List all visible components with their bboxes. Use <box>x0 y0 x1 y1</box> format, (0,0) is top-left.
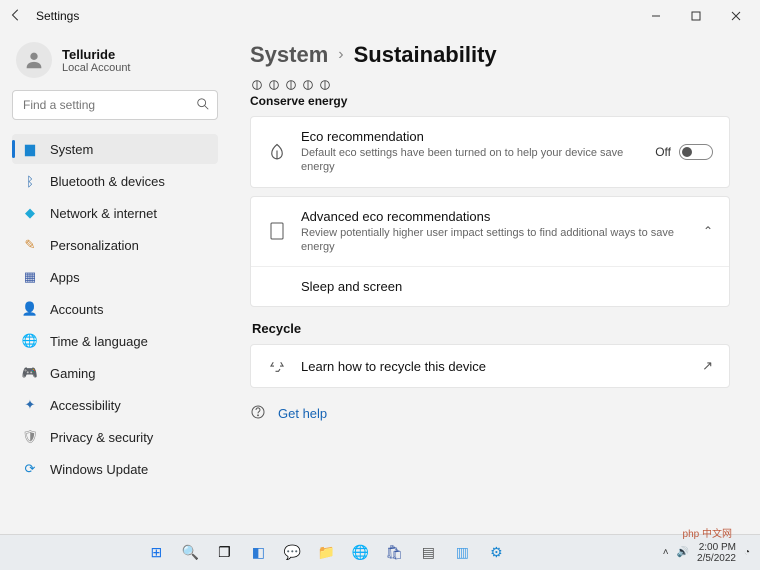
nav-apps[interactable]: ▦ Apps <box>12 262 218 292</box>
breadcrumb: System › Sustainability <box>250 42 730 68</box>
nav-network[interactable]: ◆ Network & internet <box>12 198 218 228</box>
recycle-icon <box>267 357 287 375</box>
nav-label: Network & internet <box>50 206 157 221</box>
tray-date: 2/5/2022 <box>697 553 736 564</box>
account-name: Telluride <box>62 47 131 62</box>
nav-label: Windows Update <box>50 462 148 477</box>
task-view[interactable]: ❐ <box>211 540 237 566</box>
nav-time[interactable]: 🌐 Time & language <box>12 326 218 356</box>
gaming-icon: 🎮 <box>22 365 38 381</box>
eco-recommendation-card: Eco recommendation Default eco settings … <box>250 116 730 188</box>
wifi-icon: ◆ <box>22 205 38 221</box>
sleep-screen-label: Sleep and screen <box>301 279 713 294</box>
chevron-up-icon: ⌃ <box>703 224 713 238</box>
chevron-right-icon: › <box>338 46 343 64</box>
nav-accessibility[interactable]: ✦ Accessibility <box>12 390 218 420</box>
breadcrumb-current: Sustainability <box>354 42 497 68</box>
avatar <box>16 42 52 78</box>
nav-gaming[interactable]: 🎮 Gaming <box>12 358 218 388</box>
file-explorer[interactable]: 📁 <box>313 540 339 566</box>
window-title: Settings <box>36 9 79 23</box>
search-box[interactable] <box>12 90 218 120</box>
edge[interactable]: 🌐 <box>347 540 373 566</box>
recycle-row[interactable]: Learn how to recycle this device ↗ <box>251 345 729 387</box>
nav-label: System <box>50 142 93 157</box>
recycle-header: Recycle <box>252 321 730 336</box>
recycle-row-label: Learn how to recycle this device <box>301 359 688 374</box>
store[interactable]: 🛍 <box>381 540 407 566</box>
widgets[interactable]: ◧ <box>245 540 271 566</box>
taskbar-app-2[interactable]: ▥ <box>449 540 475 566</box>
system-icon: ▆ <box>22 141 38 157</box>
nav-label: Gaming <box>50 366 96 381</box>
start-button[interactable]: ⊞ <box>143 540 169 566</box>
eco-recommendation-row[interactable]: Eco recommendation Default eco settings … <box>251 117 729 187</box>
sleep-screen-row[interactable]: Sleep and screen <box>251 266 729 306</box>
eco-toggle[interactable] <box>679 144 713 160</box>
advanced-eco-row[interactable]: Advanced eco recommendations Review pote… <box>251 197 729 267</box>
main-panel: System › Sustainability Conserve energy … <box>230 32 760 534</box>
device-icon <box>267 222 287 240</box>
account-block[interactable]: Telluride Local Account <box>12 38 218 90</box>
search-input[interactable] <box>12 90 218 120</box>
nav-privacy[interactable]: 🛡 Privacy & security <box>12 422 218 452</box>
leaf-icon <box>267 143 287 161</box>
search-icon <box>196 97 210 116</box>
advanced-title: Advanced eco recommendations <box>301 209 689 224</box>
nav-list: ▆ System ᛒ Bluetooth & devices ◆ Network & … <box>12 134 218 484</box>
conserve-energy-header: Conserve energy <box>250 94 730 108</box>
eco-title: Eco recommendation <box>301 129 641 144</box>
globe-icon: 🌐 <box>22 333 38 349</box>
advanced-sub: Review potentially higher user impact se… <box>301 226 689 255</box>
breadcrumb-parent[interactable]: System <box>250 42 328 68</box>
back-button[interactable] <box>4 8 28 25</box>
nav-label: Personalization <box>50 238 139 253</box>
nav-personalization[interactable]: ✎ Personalization <box>12 230 218 260</box>
sidebar: Telluride Local Account ▆ System ᛒ Bluetoo… <box>0 32 230 534</box>
brush-icon: ✎ <box>22 237 38 253</box>
minimize-button[interactable] <box>636 2 676 30</box>
nav-bluetooth[interactable]: ᛒ Bluetooth & devices <box>12 166 218 196</box>
tray-chevron-icon[interactable]: ˄ <box>663 547 669 558</box>
nav-label: Privacy & security <box>50 430 153 445</box>
taskbar-apps: ⊞ 🔍 ❐ ◧ 💬 📁 🌐 🛍 ▤ ▥ ⚙ <box>0 540 653 566</box>
notifications-icon[interactable]: ◔ <box>744 547 750 558</box>
get-help-link[interactable]: Get help <box>278 406 327 421</box>
nav-label: Accessibility <box>50 398 121 413</box>
nav-label: Time & language <box>50 334 148 349</box>
settings-taskbar[interactable]: ⚙ <box>483 540 509 566</box>
nav-system[interactable]: ▆ System <box>12 134 218 164</box>
accessibility-icon: ✦ <box>22 397 38 413</box>
nav-label: Bluetooth & devices <box>50 174 165 189</box>
chat[interactable]: 💬 <box>279 540 305 566</box>
taskbar-search[interactable]: 🔍 <box>177 540 203 566</box>
account-type: Local Account <box>62 62 131 74</box>
watermark: php 中文网 <box>683 525 732 540</box>
apps-icon: ▦ <box>22 269 38 285</box>
nav-label: Accounts <box>50 302 103 317</box>
bluetooth-icon: ᛒ <box>22 173 38 189</box>
shield-icon: 🛡 <box>22 429 38 445</box>
leaf-rating <box>250 78 730 92</box>
update-icon: ⟳ <box>22 461 38 477</box>
help-icon <box>250 404 266 423</box>
nav-update[interactable]: ⟳ Windows Update <box>12 454 218 484</box>
get-help[interactable]: Get help <box>250 404 730 423</box>
nav-label: Apps <box>50 270 80 285</box>
external-link-icon: ↗ <box>702 358 713 374</box>
maximize-button[interactable] <box>676 2 716 30</box>
recycle-card: Learn how to recycle this device ↗ <box>250 344 730 388</box>
system-tray[interactable]: ˄ 🔊 2:00 PM 2/5/2022 ◔ <box>653 542 760 564</box>
advanced-eco-card: Advanced eco recommendations Review pote… <box>250 196 730 308</box>
titlebar: Settings <box>0 0 760 32</box>
eco-sub: Default eco settings have been turned on… <box>301 146 641 175</box>
person-icon: 👤 <box>22 301 38 317</box>
tray-time: 2:00 PM <box>699 542 736 553</box>
close-button[interactable] <box>716 2 756 30</box>
taskbar-app-1[interactable]: ▤ <box>415 540 441 566</box>
nav-accounts[interactable]: 👤 Accounts <box>12 294 218 324</box>
volume-icon[interactable]: 🔊 <box>677 547 689 558</box>
taskbar: ⊞ 🔍 ❐ ◧ 💬 📁 🌐 🛍 ▤ ▥ ⚙ ˄ 🔊 2:00 PM 2/5/20… <box>0 534 760 570</box>
toggle-state-label: Off <box>655 145 671 159</box>
